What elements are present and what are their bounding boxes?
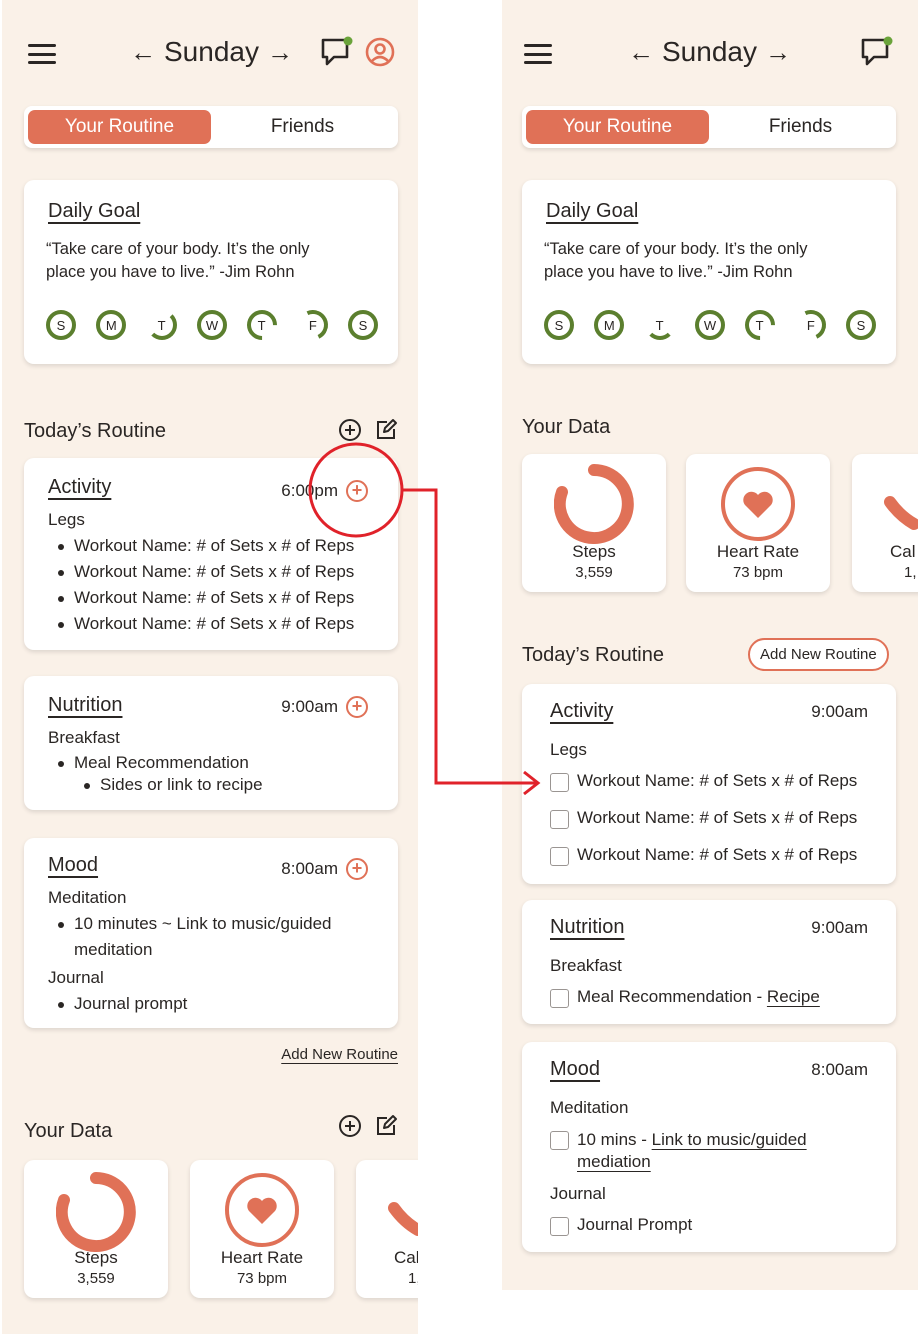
annotation-overlay	[308, 442, 541, 796]
